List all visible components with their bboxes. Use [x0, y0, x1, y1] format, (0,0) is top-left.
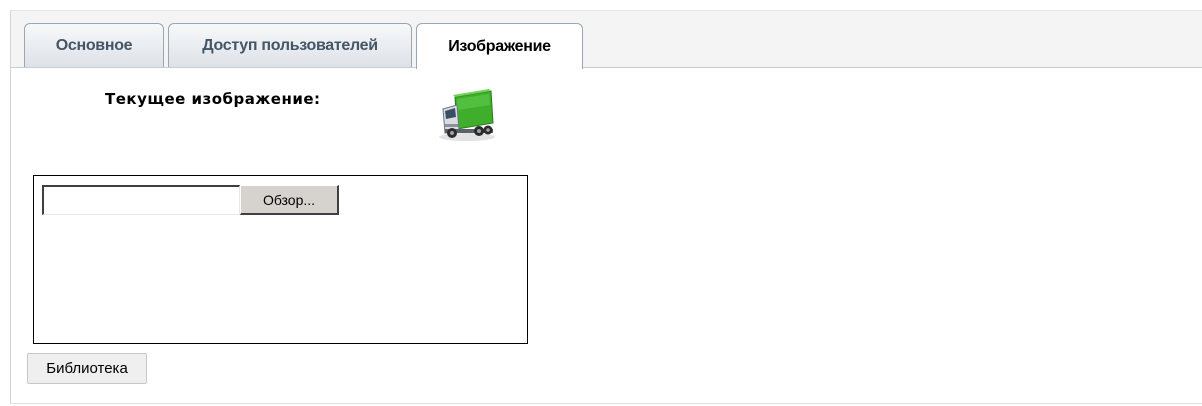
current-image-label: Текущее изображение: [105, 90, 321, 108]
tab-image[interactable]: Изображение [416, 23, 583, 69]
content-panel: Основное Доступ пользователей Изображени… [10, 10, 1202, 404]
browse-button[interactable]: Обзор... [240, 185, 339, 215]
tab-user-access-label: Доступ пользователей [202, 36, 378, 54]
tab-user-access[interactable]: Доступ пользователей [168, 23, 412, 67]
tab-strip: Основное Доступ пользователей Изображени… [11, 11, 1202, 69]
truck-icon [433, 83, 505, 147]
tab-main[interactable]: Основное [24, 23, 164, 67]
tab-main-label: Основное [55, 36, 133, 54]
tab-image-label: Изображение [448, 37, 551, 55]
page: Основное Доступ пользователей Изображени… [0, 0, 1202, 406]
upload-box: Обзор... [33, 175, 528, 344]
library-button[interactable]: Библиотека [27, 353, 147, 384]
file-path-input[interactable] [42, 185, 240, 215]
